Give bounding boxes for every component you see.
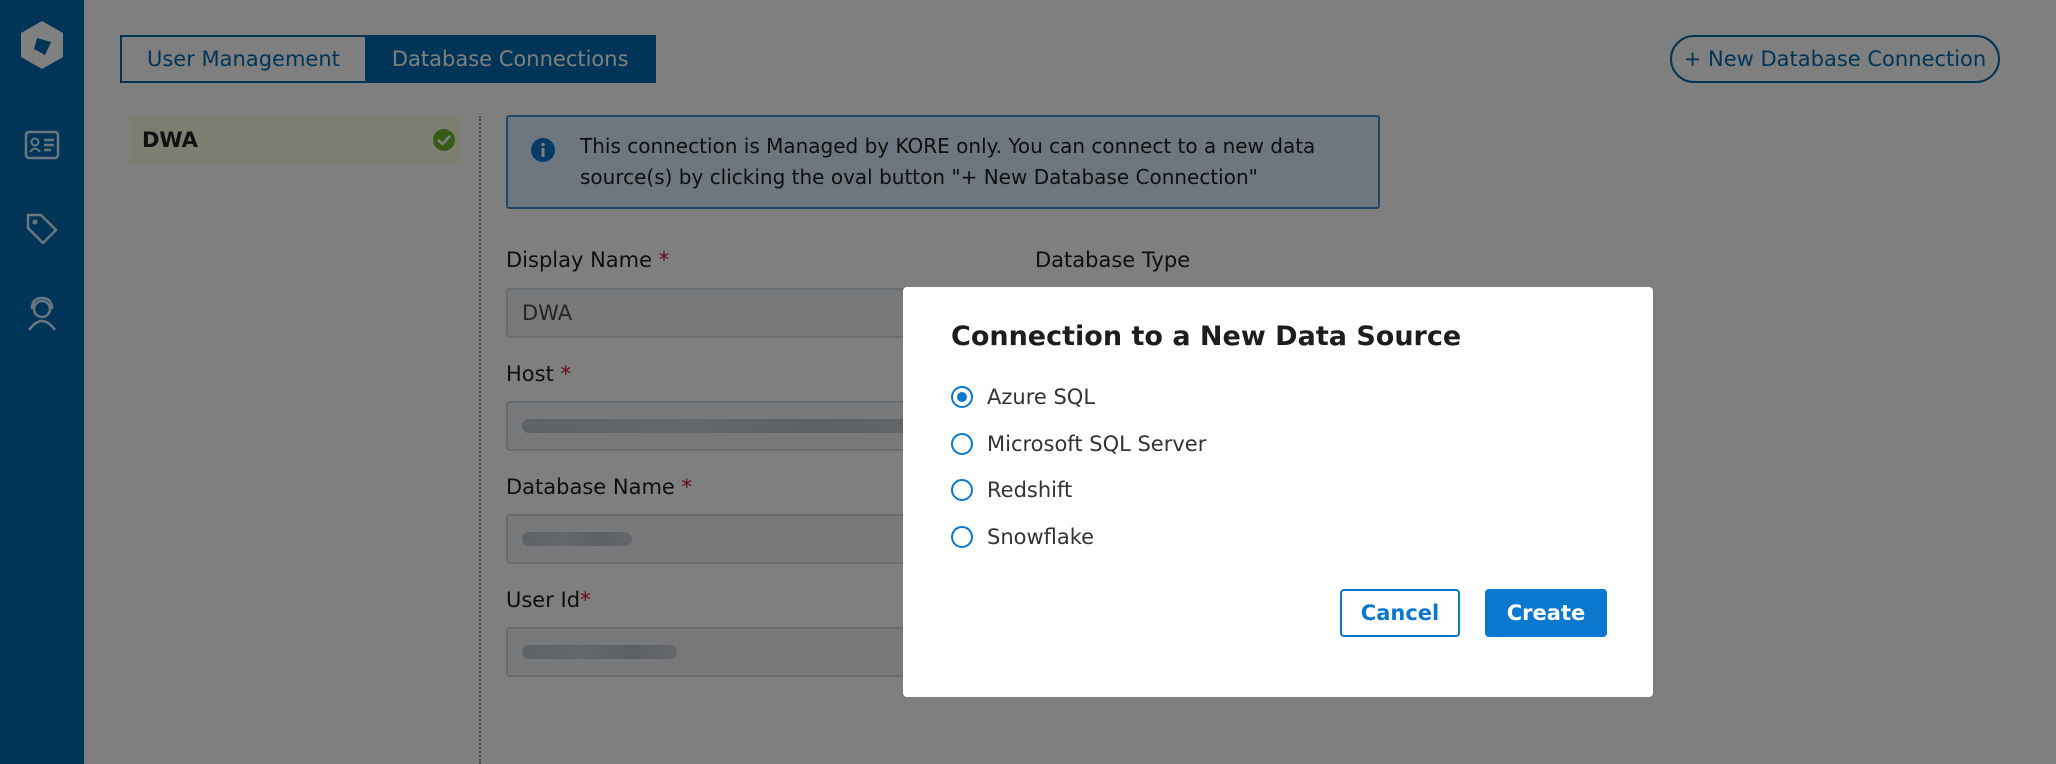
create-button[interactable]: Create xyxy=(1485,589,1607,637)
radio-button[interactable] xyxy=(951,386,973,408)
radio-button[interactable] xyxy=(951,433,973,455)
radio-button[interactable] xyxy=(951,526,973,548)
radio-button[interactable] xyxy=(951,479,973,501)
radio-option-snowflake[interactable]: Snowflake xyxy=(951,522,1094,552)
radio-label: Redshift xyxy=(987,478,1073,502)
radio-option-azure-sql[interactable]: Azure SQL xyxy=(951,382,1095,412)
new-data-source-dialog: Connection to a New Data Source Azure SQ… xyxy=(903,287,1653,697)
radio-label: Azure SQL xyxy=(987,385,1096,409)
dialog-title: Connection to a New Data Source xyxy=(951,321,1462,352)
cancel-button[interactable]: Cancel xyxy=(1340,589,1460,637)
radio-label: Snowflake xyxy=(987,525,1095,549)
radio-label: Microsoft SQL Server xyxy=(987,432,1207,456)
radio-option-microsoft-sql-server[interactable]: Microsoft SQL Server xyxy=(951,429,1206,459)
radio-option-redshift[interactable]: Redshift xyxy=(951,475,1072,505)
